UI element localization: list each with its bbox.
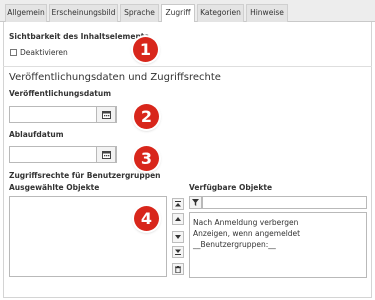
- section-divider: [3, 66, 372, 67]
- list-item[interactable]: Anzeigen, wenn angemeldet: [193, 229, 300, 238]
- trash-icon: [175, 265, 181, 273]
- tab-bar: Allgemein Erscheinungsbild Sprache Zugri…: [0, 0, 375, 23]
- filter-icon: [192, 199, 199, 206]
- move-to-bottom-button[interactable]: [172, 246, 184, 258]
- publish-date-input[interactable]: [9, 106, 117, 123]
- tab-label: Sprache: [124, 8, 155, 17]
- visibility-heading: Sichtbarkeit des Inhaltselements: [9, 32, 149, 41]
- list-item[interactable]: __Benutzergruppen:__: [193, 240, 276, 249]
- move-down-button[interactable]: [172, 231, 184, 243]
- selected-objects-label: Ausgewählte Objekte: [9, 183, 100, 192]
- tab-kategorien[interactable]: Kategorien: [197, 4, 244, 22]
- publish-date-label: Veröffentlichungsdatum: [9, 89, 112, 98]
- move-bottom-icon: [175, 249, 181, 255]
- callout-badge-4: 4: [134, 206, 159, 231]
- filter-button[interactable]: [189, 196, 202, 209]
- publish-section-title: Veröffentlichungsdaten und Zugriffsrecht…: [9, 72, 221, 83]
- filter-input[interactable]: [202, 196, 367, 209]
- tab-sprache[interactable]: Sprache: [120, 4, 159, 22]
- tab-label: Allgemein: [7, 8, 45, 17]
- tab-label: Zugriff: [165, 8, 191, 17]
- access-groups-heading: Zugriffsrechte für Benutzergruppen: [9, 171, 161, 180]
- tab-erscheinungsbild[interactable]: Erscheinungsbild: [49, 4, 118, 22]
- expiry-date-picker-button[interactable]: [96, 146, 116, 163]
- expiry-date-input[interactable]: [9, 146, 117, 163]
- publish-date-picker-button[interactable]: [96, 106, 116, 123]
- move-up-button[interactable]: [172, 213, 184, 225]
- tab-label: Hinweise: [250, 8, 284, 17]
- arrow-up-icon: [175, 217, 181, 221]
- calendar-icon: [101, 151, 111, 159]
- tab-allgemein[interactable]: Allgemein: [5, 4, 47, 22]
- deactivate-label: Deaktivieren: [20, 48, 68, 57]
- tab-label: Erscheinungsbild: [51, 8, 116, 17]
- remove-item-button[interactable]: [172, 263, 184, 275]
- move-top-icon: [175, 201, 181, 207]
- tab-label: Kategorien: [200, 8, 241, 17]
- deactivate-checkbox[interactable]: [10, 49, 17, 56]
- available-objects-label: Verfügbare Objekte: [189, 183, 273, 192]
- move-to-top-button[interactable]: [172, 198, 184, 210]
- list-item[interactable]: Nach Anmeldung verbergen: [193, 218, 298, 227]
- arrow-down-icon: [175, 235, 181, 239]
- expiry-date-label: Ablaufdatum: [9, 130, 64, 139]
- available-objects-list[interactable]: Nach Anmeldung verbergen Anzeigen, wenn …: [189, 212, 367, 278]
- callout-badge-3: 3: [134, 146, 159, 171]
- callout-badge-2: 2: [134, 104, 159, 129]
- callout-badge-1: 1: [133, 37, 158, 62]
- calendar-icon: [101, 111, 111, 119]
- tab-hinweise[interactable]: Hinweise: [246, 4, 288, 22]
- tab-zugriff[interactable]: Zugriff: [161, 4, 195, 23]
